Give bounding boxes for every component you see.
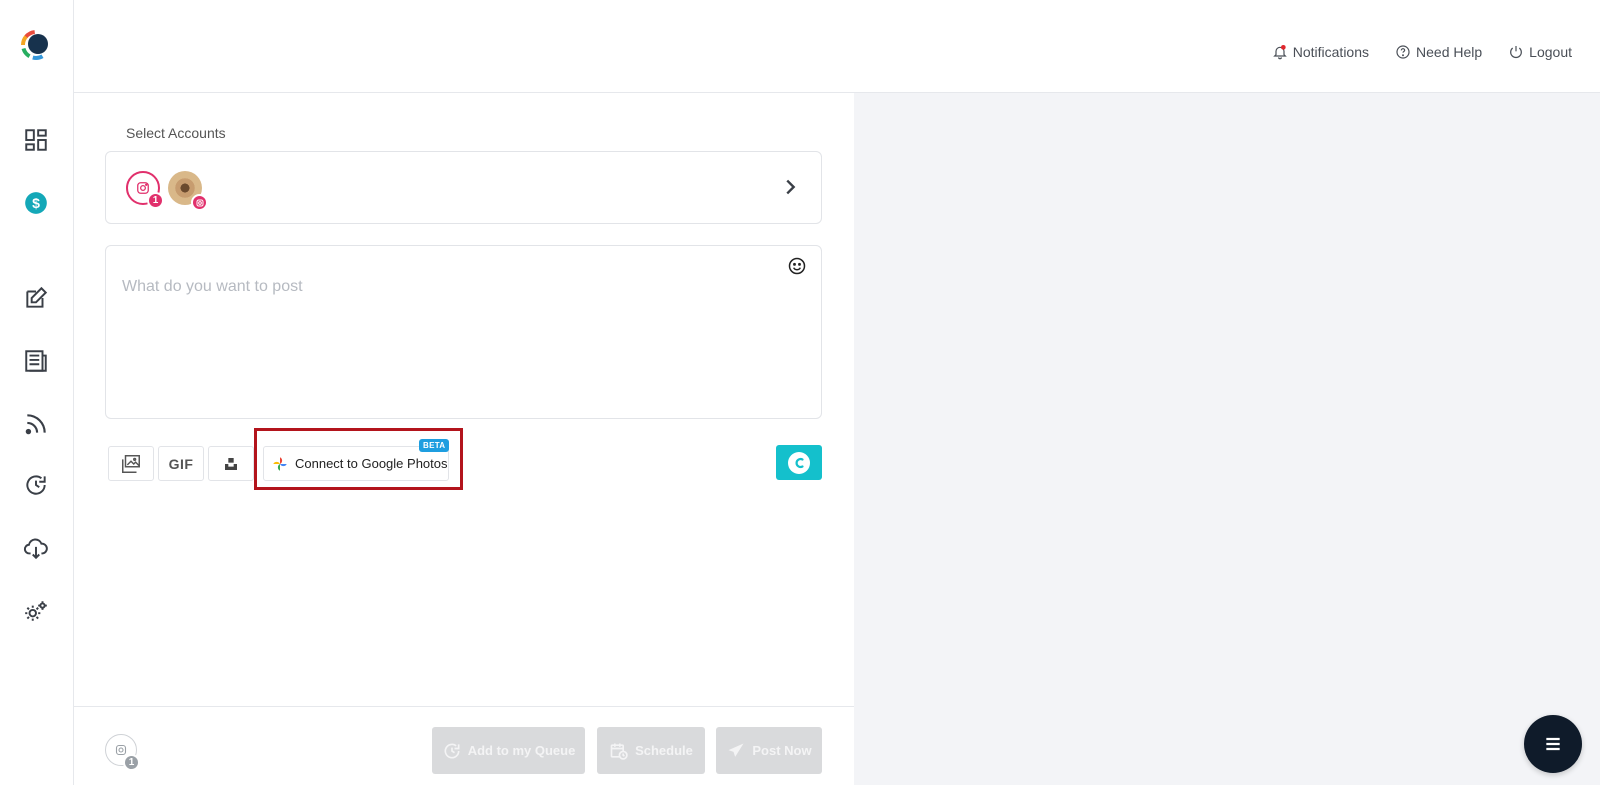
chevron-right-icon[interactable] bbox=[779, 176, 801, 198]
notifications-link[interactable]: Notifications bbox=[1272, 44, 1369, 60]
account-count-badge: 1 bbox=[123, 754, 140, 771]
calendar-clock-icon bbox=[610, 743, 628, 760]
post-placeholder: What do you want to post bbox=[122, 278, 303, 295]
post-now-label: Post Now bbox=[752, 743, 812, 758]
queue-icon[interactable] bbox=[22, 471, 50, 499]
cloud-download-icon[interactable] bbox=[22, 534, 50, 562]
svg-text:$: $ bbox=[32, 195, 40, 211]
beta-badge: BETA bbox=[419, 439, 450, 452]
help-circle-icon bbox=[1396, 45, 1410, 59]
need-help-link[interactable]: Need Help bbox=[1395, 44, 1482, 60]
settings-icon[interactable] bbox=[22, 597, 50, 625]
power-icon bbox=[1510, 46, 1523, 59]
account-selector[interactable]: 1 bbox=[105, 151, 822, 224]
instagram-icon bbox=[115, 744, 127, 756]
queue-icon bbox=[444, 743, 460, 759]
schedule-button[interactable]: Schedule bbox=[597, 727, 705, 774]
paper-plane-icon bbox=[728, 743, 744, 757]
billing-icon[interactable]: $ bbox=[22, 189, 50, 217]
top-header: Notifications Need Help Logout bbox=[74, 0, 1600, 93]
gallery-icon bbox=[122, 454, 140, 473]
schedule-label: Schedule bbox=[635, 743, 693, 758]
dashboard-icon[interactable] bbox=[22, 126, 50, 154]
logout-link[interactable]: Logout bbox=[1508, 44, 1572, 60]
google-photos-label: Connect to Google Photos bbox=[295, 456, 448, 471]
floating-menu-button[interactable] bbox=[1524, 715, 1582, 773]
rss-feed-icon[interactable] bbox=[22, 410, 50, 438]
unsplash-button[interactable] bbox=[208, 446, 254, 481]
hamburger-menu-icon bbox=[1546, 737, 1560, 751]
compose-icon[interactable] bbox=[22, 284, 50, 312]
gif-label: GIF bbox=[168, 455, 194, 472]
bell-icon bbox=[1272, 45, 1287, 60]
account-avatar[interactable] bbox=[168, 171, 208, 211]
instagram-badge-icon bbox=[191, 194, 208, 211]
preview-panel bbox=[854, 93, 1600, 785]
instagram-account-group[interactable]: 1 bbox=[126, 171, 164, 209]
select-accounts-label: Select Accounts bbox=[126, 125, 226, 141]
image-upload-button[interactable] bbox=[108, 446, 154, 481]
post-text-area[interactable]: What do you want to post bbox=[105, 245, 822, 419]
unsplash-icon bbox=[225, 457, 237, 470]
app-logo[interactable] bbox=[18, 27, 54, 63]
sidebar: $ bbox=[0, 0, 74, 785]
logout-label: Logout bbox=[1529, 44, 1572, 60]
composer-footer: 1 Add to my Queue Schedule Post Now bbox=[74, 706, 854, 785]
canva-icon bbox=[788, 451, 810, 474]
post-composer: Select Accounts 1 What do you want to po… bbox=[74, 93, 854, 785]
canva-button[interactable] bbox=[776, 445, 822, 480]
post-now-button[interactable]: Post Now bbox=[716, 727, 822, 774]
instagram-icon bbox=[137, 182, 149, 194]
google-photos-icon bbox=[273, 456, 287, 471]
notifications-label: Notifications bbox=[1292, 44, 1370, 60]
selected-count-badge: 1 bbox=[147, 192, 164, 209]
posts-icon[interactable] bbox=[22, 347, 50, 375]
add-to-queue-button[interactable]: Add to my Queue bbox=[432, 727, 585, 774]
gif-button[interactable]: GIF bbox=[158, 446, 204, 481]
emoji-icon[interactable] bbox=[787, 256, 807, 276]
add-to-queue-label: Add to my Queue bbox=[467, 743, 576, 758]
need-help-label: Need Help bbox=[1416, 44, 1483, 60]
footer-account-indicator[interactable]: 1 bbox=[105, 734, 140, 771]
